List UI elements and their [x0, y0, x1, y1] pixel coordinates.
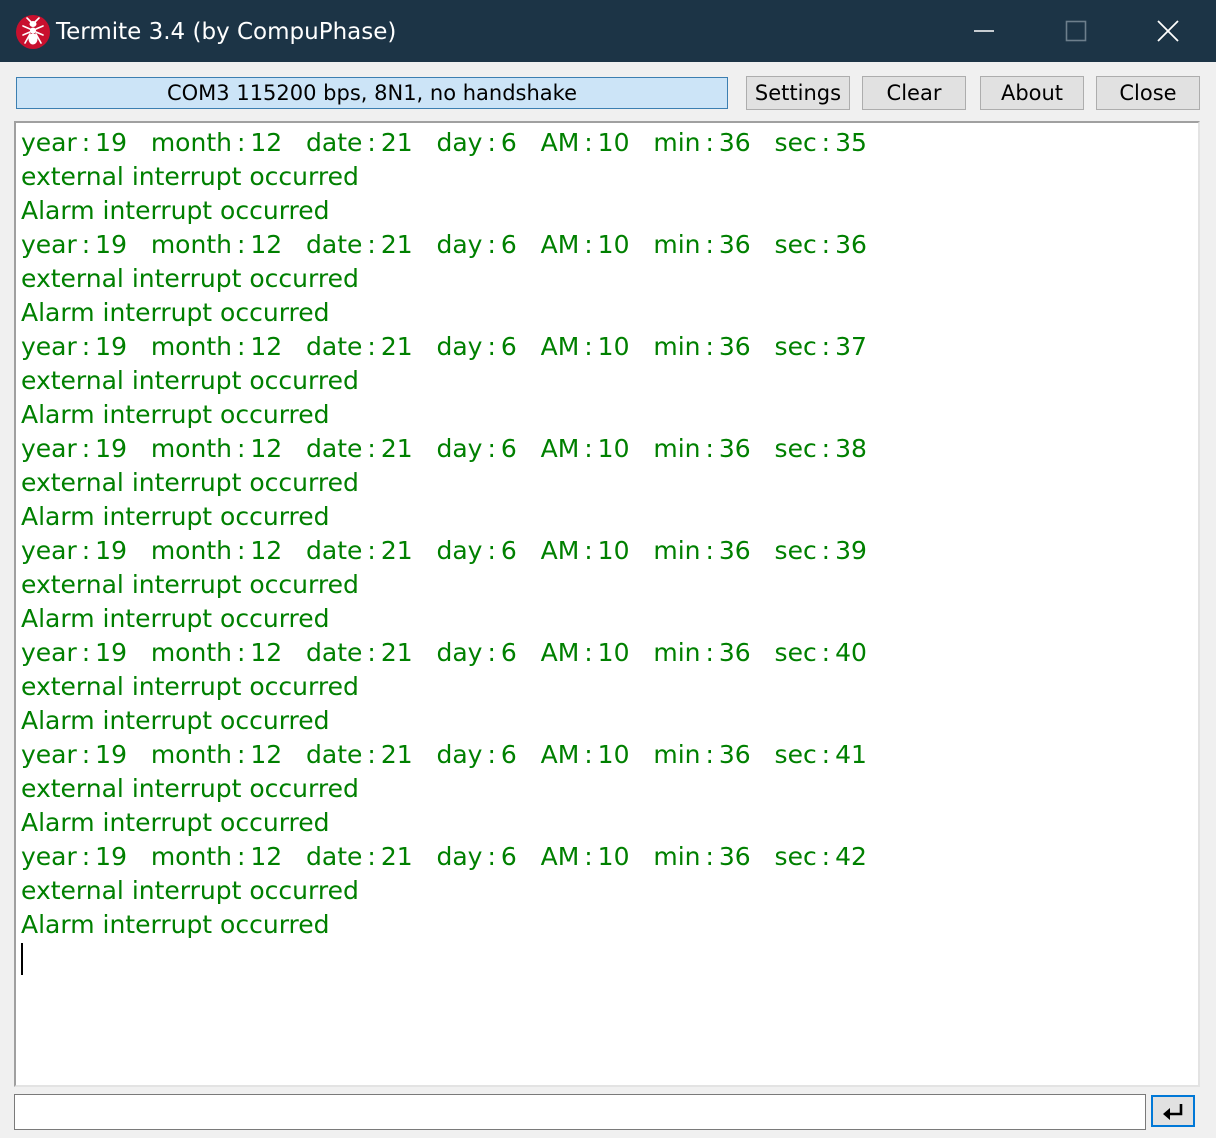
terminal-line: external interrupt occurred: [21, 774, 359, 803]
terminal-line: Alarm interrupt occurred: [21, 808, 330, 837]
send-button[interactable]: [1151, 1095, 1195, 1127]
close-window-button[interactable]: [1122, 0, 1214, 62]
terminal-lines: year : 19 month : 12 date : 21 day : 6 A…: [21, 126, 867, 942]
maximize-button[interactable]: [1030, 0, 1122, 62]
text-cursor: [21, 943, 23, 975]
terminal-line: Alarm interrupt occurred: [21, 400, 330, 429]
terminal-line: external interrupt occurred: [21, 366, 359, 395]
terminal-line: Alarm interrupt occurred: [21, 196, 330, 225]
terminal-line: year : 19 month : 12 date : 21 day : 6 A…: [21, 230, 867, 259]
enter-return-icon: [1163, 1104, 1183, 1120]
terminal-line: external interrupt occurred: [21, 162, 359, 191]
terminal-output[interactable]: year : 19 month : 12 date : 21 day : 6 A…: [14, 121, 1200, 1087]
terminal-line: external interrupt occurred: [21, 264, 359, 293]
terminal-line: year : 19 month : 12 date : 21 day : 6 A…: [21, 638, 867, 667]
terminal-line: year : 19 month : 12 date : 21 day : 6 A…: [21, 740, 867, 769]
terminal-line: year : 19 month : 12 date : 21 day : 6 A…: [21, 536, 867, 565]
maximize-icon: [1065, 20, 1087, 42]
terminal-line: external interrupt occurred: [21, 570, 359, 599]
window-title: Termite 3.4 (by CompuPhase): [56, 19, 397, 45]
terminal-line: external interrupt occurred: [21, 876, 359, 905]
minimize-button[interactable]: [938, 0, 1030, 62]
terminal-line: Alarm interrupt occurred: [21, 910, 330, 939]
terminal-line: year : 19 month : 12 date : 21 day : 6 A…: [21, 842, 867, 871]
terminal-line: year : 19 month : 12 date : 21 day : 6 A…: [21, 128, 867, 157]
terminal-line: Alarm interrupt occurred: [21, 502, 330, 531]
terminal-line: Alarm interrupt occurred: [21, 706, 330, 735]
terminal-line: external interrupt occurred: [21, 672, 359, 701]
terminal-line: Alarm interrupt occurred: [21, 604, 330, 633]
port-status-field[interactable]: COM3 115200 bps, 8N1, no handshake: [16, 77, 728, 109]
terminal-line: year : 19 month : 12 date : 21 day : 6 A…: [21, 332, 867, 361]
settings-button[interactable]: Settings: [746, 76, 850, 110]
minimize-icon: [974, 30, 994, 32]
ant-icon: [16, 15, 50, 49]
close-button[interactable]: Close: [1096, 76, 1200, 110]
terminal-line: external interrupt occurred: [21, 468, 359, 497]
terminal-line: year : 19 month : 12 date : 21 day : 6 A…: [21, 434, 867, 463]
clear-button[interactable]: Clear: [862, 76, 966, 110]
title-bar[interactable]: Termite 3.4 (by CompuPhase): [0, 0, 1216, 62]
about-button[interactable]: About: [980, 76, 1084, 110]
terminal-line: Alarm interrupt occurred: [21, 298, 330, 327]
send-input[interactable]: [14, 1094, 1146, 1130]
close-icon: [1157, 20, 1179, 42]
